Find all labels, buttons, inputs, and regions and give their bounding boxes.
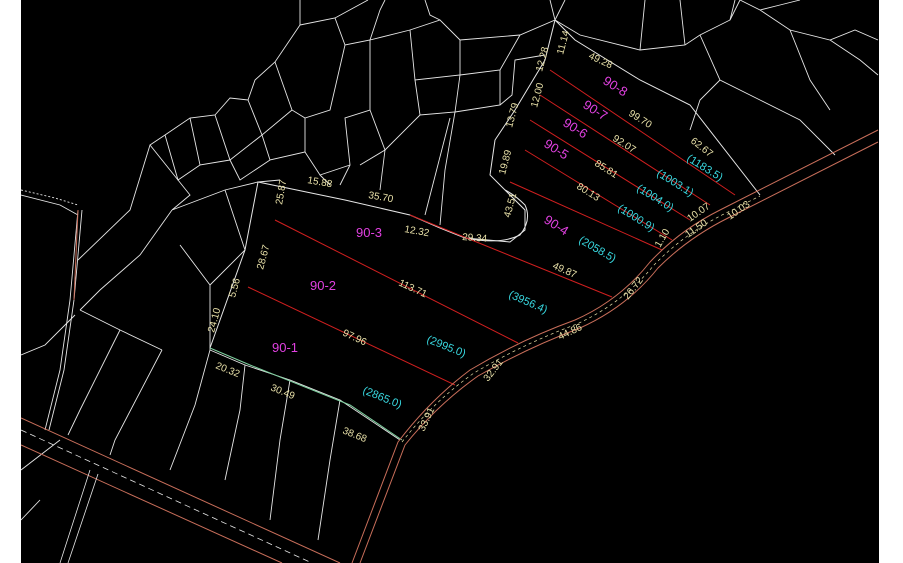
lot-label-90-7[interactable]: 90-7 bbox=[580, 97, 610, 124]
area-label: (3956.4) bbox=[507, 289, 549, 317]
lot-label-90-6[interactable]: 90-6 bbox=[560, 115, 590, 142]
dimension-label: 49.28 bbox=[587, 51, 615, 72]
dimension-label: 5.56 bbox=[227, 277, 243, 299]
dimension-label: 13.79 bbox=[504, 101, 521, 128]
dimension-label: 99.70 bbox=[626, 108, 653, 131]
dimension-label: 28.67 bbox=[255, 243, 272, 270]
cadastral-map-canvas[interactable]: 20.32 30.49 38.68 33.91 32.91 44.86 26.7… bbox=[21, 0, 879, 563]
dimension-label: 92.07 bbox=[610, 133, 637, 156]
area-label: (1004.0) bbox=[634, 182, 675, 214]
dimension-label: 29.34 bbox=[462, 232, 488, 245]
dimension-label: 20.32 bbox=[214, 361, 242, 381]
dimension-label: 12.00 bbox=[529, 81, 546, 108]
dimension-label: 85.81 bbox=[592, 158, 619, 181]
dimension-label: 12.32 bbox=[403, 224, 430, 239]
dimension-label: 38.68 bbox=[341, 426, 369, 446]
dimension-labels: 20.32 30.49 38.68 33.91 32.91 44.86 26.7… bbox=[206, 29, 752, 445]
dimension-label: 24.10 bbox=[206, 306, 223, 333]
dimension-label: 15.88 bbox=[306, 175, 333, 190]
area-labels: (2865.0) (2995.0) (3956.4) (2058.5) (100… bbox=[361, 152, 725, 411]
dimension-label: 25.87 bbox=[274, 179, 289, 206]
lot-labels: 90-1 90-2 90-3 90-4 90-5 90-6 90-7 90-8 bbox=[272, 73, 630, 355]
lot-label-90-1[interactable]: 90-1 bbox=[272, 340, 298, 355]
area-label: (2995.0) bbox=[425, 334, 467, 360]
area-label: (2058.5) bbox=[577, 234, 618, 265]
dimension-label: 19.89 bbox=[497, 148, 514, 175]
lot-label-90-5[interactable]: 90-5 bbox=[541, 136, 571, 163]
dimension-label: 33.91 bbox=[417, 406, 438, 434]
dimension-label: 35.70 bbox=[367, 190, 394, 205]
dimension-label: 43.51 bbox=[502, 191, 519, 218]
dimension-label: 30.49 bbox=[269, 383, 297, 403]
lot-label-90-3[interactable]: 90-3 bbox=[356, 225, 382, 240]
area-label: (1000.9) bbox=[615, 202, 656, 234]
cad-drawing-viewport[interactable]: 20.32 30.49 38.68 33.91 32.91 44.86 26.7… bbox=[21, 0, 879, 563]
dimension-label: 12.28 bbox=[534, 45, 551, 72]
dimension-label: 10.03 bbox=[725, 199, 752, 223]
dimension-label: 80.13 bbox=[574, 181, 601, 204]
lot-label-90-4[interactable]: 90-4 bbox=[541, 212, 571, 239]
area-label: (2865.0) bbox=[361, 385, 403, 411]
dimension-label: 11.14 bbox=[555, 29, 572, 56]
dimension-label: 97.96 bbox=[341, 328, 369, 349]
parcel-boundaries bbox=[21, 0, 879, 541]
road-centerline bbox=[401, 195, 761, 443]
lot-label-90-8[interactable]: 90-8 bbox=[600, 73, 630, 100]
lot-label-90-2[interactable]: 90-2 bbox=[310, 278, 336, 293]
dimension-label: 113.71 bbox=[397, 278, 429, 301]
